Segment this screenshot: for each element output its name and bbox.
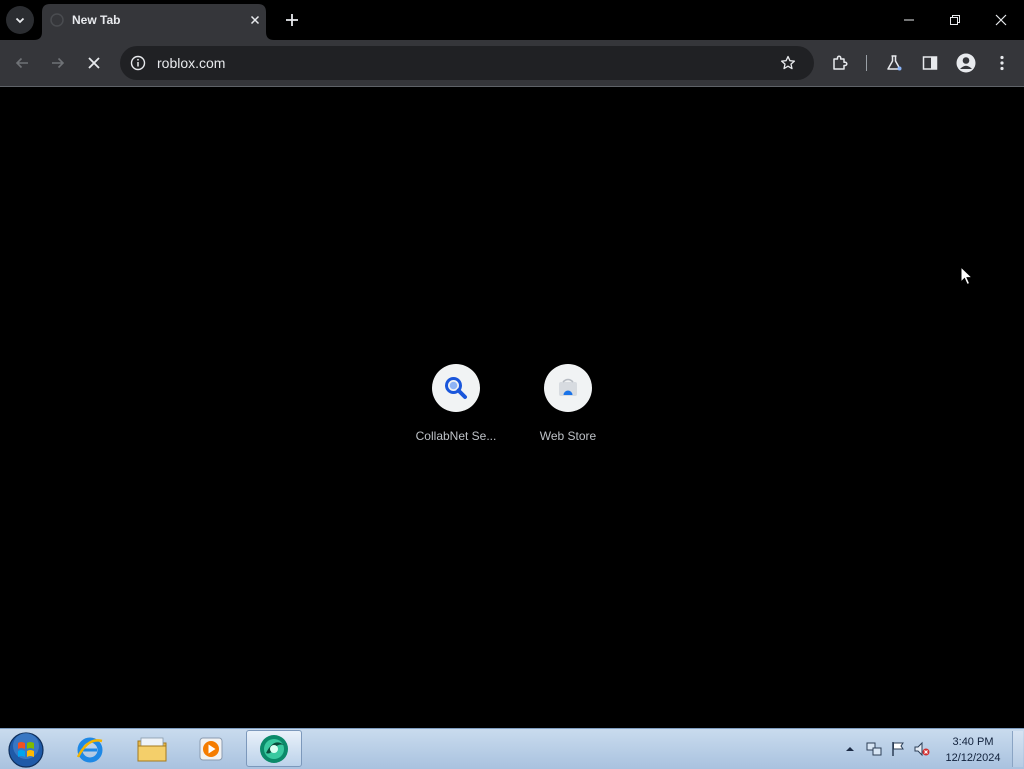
profile-button[interactable]	[952, 49, 980, 77]
site-info-icon	[130, 55, 146, 71]
forward-button[interactable]	[44, 49, 72, 77]
address-bar-url[interactable]: roblox.com	[157, 55, 225, 71]
shortcut-icon-circle	[432, 364, 480, 412]
side-panel-button[interactable]	[916, 49, 944, 77]
mouse-cursor-icon	[960, 266, 974, 286]
tab-new-tab[interactable]: New Tab	[34, 0, 282, 40]
action-center-flag-icon	[892, 742, 904, 756]
shortcut-label: Web Store	[539, 429, 597, 443]
internet-explorer-icon	[76, 737, 103, 762]
close-icon	[995, 14, 1007, 26]
labs-flask-icon	[887, 55, 902, 71]
stop-loading-button[interactable]	[80, 49, 108, 77]
chrome-labs-button[interactable]	[880, 49, 908, 77]
stop-loading-icon	[88, 57, 100, 69]
site-info-button[interactable]	[128, 53, 148, 73]
file-explorer-icon	[137, 737, 167, 761]
title-bar: New Tab	[0, 0, 1024, 40]
bookmark-button[interactable]	[778, 53, 798, 73]
side-panel-icon	[922, 56, 938, 70]
extensions-puzzle-icon	[833, 55, 848, 70]
new-tab-icon	[50, 13, 64, 27]
minimize-button[interactable]	[886, 0, 932, 40]
address-bar[interactable]: roblox.com	[120, 46, 814, 80]
restore-button[interactable]	[932, 0, 978, 40]
new-tab-button[interactable]	[280, 8, 304, 32]
web-store-icon	[559, 378, 577, 396]
minimize-icon	[904, 19, 914, 21]
more-menu-button[interactable]	[988, 49, 1016, 77]
forward-arrow-icon	[52, 57, 65, 69]
close-icon	[250, 15, 260, 25]
tab-title: New Tab	[72, 13, 121, 27]
taskbar-media-player[interactable]	[184, 730, 240, 767]
shortcut-label: CollabNet Se...	[415, 429, 497, 443]
restore-icon	[950, 15, 960, 25]
browser-toolbar: roblox.com	[0, 40, 1024, 87]
tab-search-button[interactable]	[6, 6, 34, 34]
show-hidden-icons-button[interactable]	[842, 741, 858, 757]
show-hidden-icons-arrow	[846, 747, 854, 751]
bookmark-star-icon	[780, 55, 796, 70]
shortcut-icon-circle	[544, 364, 592, 412]
chrome-browser-icon	[260, 734, 288, 763]
plus-icon	[286, 14, 298, 26]
chevron-down-icon	[15, 17, 25, 24]
volume-muted-icon	[914, 741, 930, 757]
volume-tray-button[interactable]	[914, 741, 930, 757]
toolbar-divider	[866, 55, 867, 71]
taskbar-clock[interactable]: 3:40 PM 12/12/2024	[936, 734, 1010, 766]
taskbar-internet-explorer[interactable]	[62, 730, 118, 767]
close-window-button[interactable]	[978, 0, 1024, 40]
clock-time: 3:40 PM	[952, 736, 994, 748]
windows-taskbar: 3:40 PM 12/12/2024	[0, 728, 1024, 769]
back-button[interactable]	[8, 49, 36, 77]
extensions-button[interactable]	[826, 49, 854, 77]
more-menu-icon	[1000, 55, 1004, 71]
taskbar-chrome-browser[interactable]	[246, 730, 302, 767]
tab-close-button[interactable]	[246, 11, 264, 29]
shortcut-tile[interactable]: Web Store	[512, 364, 624, 452]
start-button[interactable]	[7, 731, 45, 769]
start-orb-icon	[8, 732, 44, 768]
media-player-icon	[199, 737, 223, 760]
new-tab-page: CollabNet Se... Web Store	[0, 87, 1024, 728]
taskbar-file-explorer[interactable]	[124, 730, 180, 767]
network-tray-button[interactable]	[866, 741, 882, 757]
show-desktop-button[interactable]	[1012, 731, 1023, 767]
profile-avatar-icon	[956, 53, 976, 73]
shortcut-tile[interactable]: CollabNet Se...	[400, 364, 512, 452]
action-center-button[interactable]	[890, 741, 906, 757]
back-arrow-icon	[15, 57, 28, 69]
clock-date: 12/12/2024	[945, 752, 1001, 764]
magnifier-icon	[445, 377, 467, 399]
network-icon	[866, 742, 882, 756]
